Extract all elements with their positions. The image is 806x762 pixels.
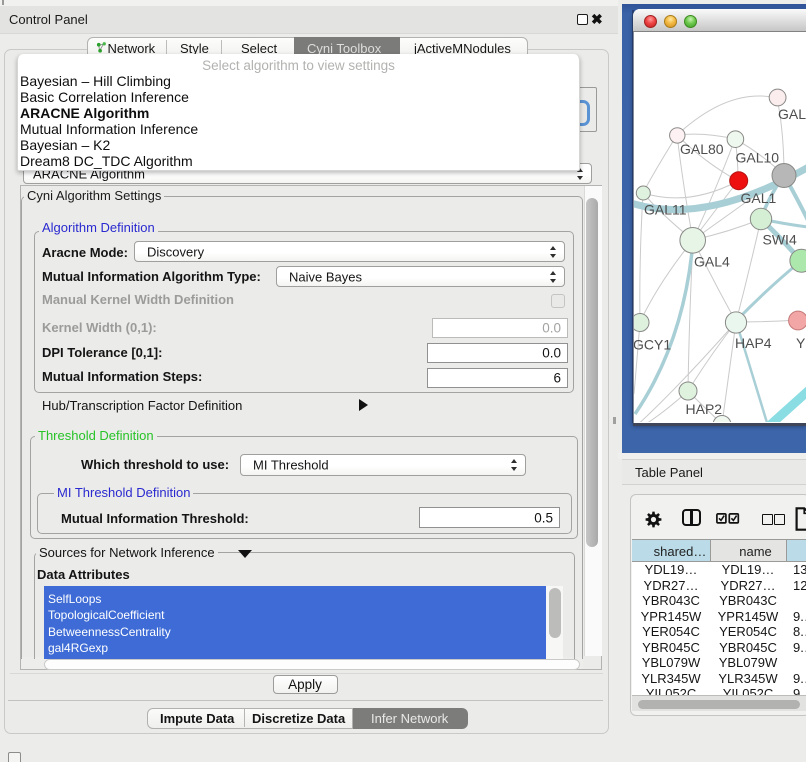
svg-text:HAP4: HAP4 — [735, 335, 772, 351]
svg-text:GAL1: GAL1 — [741, 190, 777, 206]
svg-text:GCY1: GCY1 — [634, 337, 671, 353]
svg-text:HAP2: HAP2 — [686, 401, 723, 417]
svg-text:GAL10: GAL10 — [736, 150, 780, 166]
svg-text:GAL4: GAL4 — [694, 254, 730, 270]
svg-text:GAL80: GAL80 — [680, 141, 724, 157]
svg-text:GAL11: GAL11 — [644, 202, 687, 218]
svg-text:GAL7: GAL7 — [778, 106, 806, 122]
svg-text:Y: Y — [796, 335, 806, 351]
svg-text:SWI4: SWI4 — [763, 232, 797, 248]
